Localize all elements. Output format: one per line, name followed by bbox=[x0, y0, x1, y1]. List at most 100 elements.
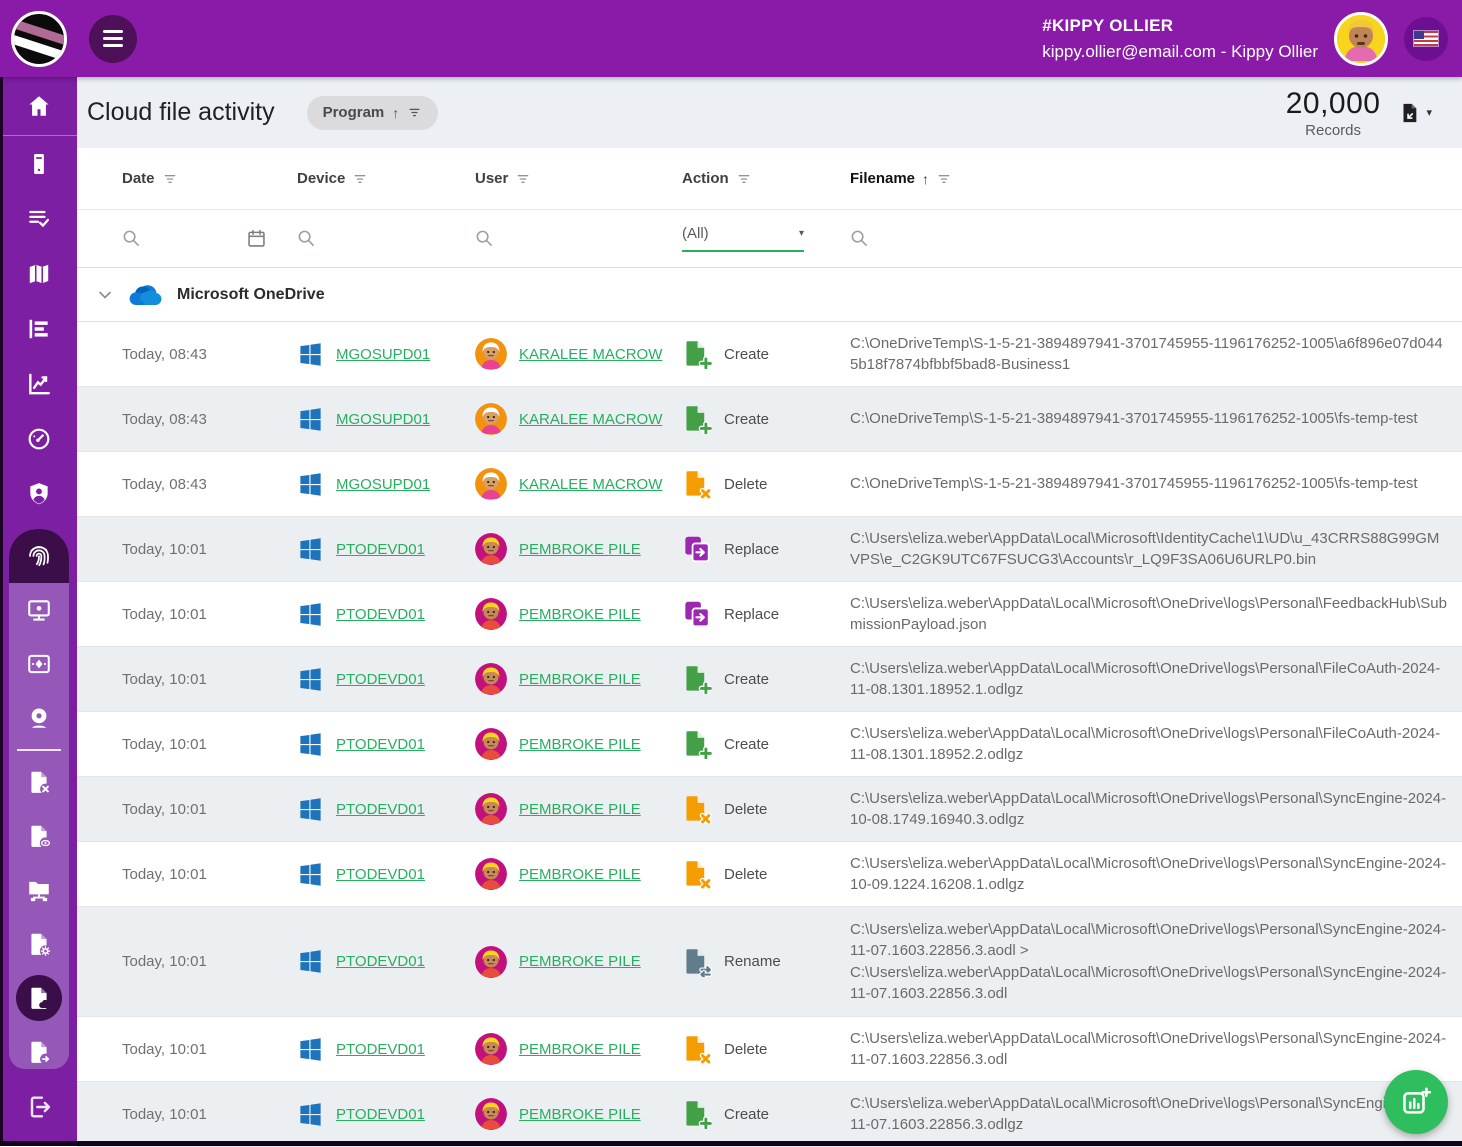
action-delete-icon bbox=[682, 1034, 712, 1064]
column-header-action[interactable]: Action bbox=[682, 170, 850, 187]
windows-icon bbox=[297, 471, 324, 498]
row-date: Today, 08:43 bbox=[122, 411, 297, 428]
user-link[interactable]: PEMBROKE PILE bbox=[519, 541, 641, 558]
table-row: Today, 10:01PTODEVD01PEMBROKE PILEReplac… bbox=[77, 582, 1462, 647]
chevron-down-icon: ▾ bbox=[799, 228, 804, 239]
filter-icon[interactable] bbox=[515, 171, 531, 187]
windows-icon bbox=[297, 948, 324, 975]
device-link[interactable]: PTODEVD01 bbox=[336, 953, 425, 970]
sidebar-item-reports[interactable] bbox=[0, 301, 77, 356]
sidebar-item-screen-monitoring[interactable] bbox=[9, 583, 69, 637]
action-label: Replace bbox=[724, 606, 779, 623]
sidebar-item-screenshots[interactable] bbox=[9, 637, 69, 691]
table-row: Today, 08:43 MGOSUPD01 KARALEE MACROW Delet… bbox=[77, 452, 1462, 517]
sidebar-item-user-security[interactable] bbox=[0, 466, 77, 521]
search-icon[interactable] bbox=[122, 229, 141, 248]
search-icon[interactable] bbox=[297, 229, 316, 248]
home-icon bbox=[26, 93, 52, 119]
file-gear-icon bbox=[26, 931, 52, 957]
sidebar-item-deleted-files[interactable] bbox=[9, 755, 69, 809]
sidebar-item-home[interactable] bbox=[0, 77, 77, 135]
column-header-date[interactable]: Date bbox=[122, 170, 297, 187]
sidebar-item-activity-log[interactable] bbox=[0, 191, 77, 246]
sidebar-item-dashboard[interactable] bbox=[0, 411, 77, 466]
sidebar-item-devices[interactable] bbox=[0, 136, 77, 191]
user-link[interactable]: PEMBROKE PILE bbox=[519, 736, 641, 753]
device-link[interactable]: MGOSUPD01 bbox=[336, 411, 430, 428]
chevron-down-icon[interactable] bbox=[95, 285, 115, 305]
calendar-icon[interactable] bbox=[246, 228, 267, 249]
records-count: 20,000 bbox=[1286, 87, 1381, 121]
device-link[interactable]: PTODEVD01 bbox=[336, 736, 425, 753]
device-link[interactable]: PTODEVD01 bbox=[336, 801, 425, 818]
sidebar-item-cloud-file-activity[interactable] bbox=[9, 971, 69, 1025]
device-link[interactable]: PTODEVD01 bbox=[336, 866, 425, 883]
user-avatar bbox=[475, 598, 507, 630]
user-avatar bbox=[475, 793, 507, 825]
add-chart-fab[interactable] bbox=[1384, 1070, 1448, 1134]
sidebar-item-logout[interactable] bbox=[0, 1079, 77, 1134]
table-body: Today, 08:43 MGOSUPD01 KARALEE MACROW Creat… bbox=[77, 322, 1462, 1147]
bar-chart-icon bbox=[26, 316, 52, 342]
user-link[interactable]: KARALEE MACROW bbox=[519, 476, 662, 493]
column-header-user[interactable]: User bbox=[475, 170, 682, 187]
filter-icon[interactable] bbox=[162, 171, 178, 187]
export-button[interactable]: ▾ bbox=[1398, 101, 1446, 125]
user-link[interactable]: PEMBROKE PILE bbox=[519, 671, 641, 688]
device-link[interactable]: MGOSUPD01 bbox=[336, 476, 430, 493]
user-avatar bbox=[475, 403, 507, 435]
sidebar-item-map[interactable] bbox=[0, 246, 77, 301]
action-label: Create bbox=[724, 411, 769, 428]
sort-chip-program[interactable]: Program ↑ bbox=[307, 96, 439, 130]
table-row: Today, 10:01PTODEVD01PEMBROKE PILEDelete… bbox=[77, 1017, 1462, 1082]
device-link[interactable]: PTODEVD01 bbox=[336, 1106, 425, 1123]
sidebar-item-webcam[interactable] bbox=[9, 691, 69, 745]
table-row: Today, 10:01PTODEVD01PEMBROKE PILERename… bbox=[77, 907, 1462, 1017]
action-label: Delete bbox=[724, 476, 767, 493]
filter-icon[interactable] bbox=[936, 171, 952, 187]
device-link[interactable]: PTODEVD01 bbox=[336, 606, 425, 623]
sidebar-item-analytics[interactable] bbox=[0, 356, 77, 411]
search-icon[interactable] bbox=[850, 229, 869, 248]
device-link[interactable]: PTODEVD01 bbox=[336, 671, 425, 688]
filter-icon[interactable] bbox=[352, 171, 368, 187]
search-icon[interactable] bbox=[475, 229, 494, 248]
action-create-icon bbox=[682, 664, 712, 694]
sidebar-item-forensics[interactable] bbox=[9, 529, 69, 583]
language-selector[interactable] bbox=[1404, 17, 1448, 61]
column-header-filename[interactable]: Filename ↑ bbox=[850, 170, 1462, 187]
action-create-icon bbox=[682, 339, 712, 369]
hamburger-menu-icon[interactable] bbox=[89, 15, 137, 63]
action-filter-value: (All) bbox=[682, 225, 709, 242]
sidebar-item-file-monitoring[interactable] bbox=[9, 809, 69, 863]
user-link[interactable]: PEMBROKE PILE bbox=[519, 1106, 641, 1123]
row-date: Today, 08:43 bbox=[122, 476, 297, 493]
device-link[interactable]: MGOSUPD01 bbox=[336, 346, 430, 363]
row-filename: C:\Users\eliza.weber\AppData\Local\Micro… bbox=[850, 1028, 1462, 1071]
row-filename: C:\OneDriveTemp\S-1-5-21-3894897941-3701… bbox=[850, 333, 1462, 376]
windows-icon bbox=[297, 731, 324, 758]
user-link[interactable]: PEMBROKE PILE bbox=[519, 801, 641, 818]
user-link[interactable]: KARALEE MACROW bbox=[519, 411, 662, 428]
sidebar-item-file-settings[interactable] bbox=[9, 917, 69, 971]
action-replace-icon bbox=[682, 599, 712, 629]
user-link[interactable]: PEMBROKE PILE bbox=[519, 606, 641, 623]
column-header-device[interactable]: Device bbox=[297, 170, 475, 187]
user-link[interactable]: PEMBROKE PILE bbox=[519, 866, 641, 883]
user-avatar-button[interactable] bbox=[1334, 12, 1388, 66]
user-link[interactable]: PEMBROKE PILE bbox=[519, 953, 641, 970]
device-link[interactable]: PTODEVD01 bbox=[336, 1041, 425, 1058]
filter-icon[interactable] bbox=[736, 171, 752, 187]
brand-logo[interactable] bbox=[11, 11, 67, 67]
add-chart-icon bbox=[1401, 1087, 1431, 1117]
sidebar-item-network-shares[interactable] bbox=[9, 863, 69, 917]
user-link[interactable]: KARALEE MACROW bbox=[519, 346, 662, 363]
device-link[interactable]: PTODEVD01 bbox=[336, 541, 425, 558]
action-filter-select[interactable]: (All) ▾ bbox=[682, 225, 804, 252]
file-arrow-icon bbox=[26, 1039, 52, 1065]
list-check-icon bbox=[26, 206, 52, 232]
sidebar-item-file-transfer[interactable] bbox=[9, 1025, 69, 1069]
shield-user-icon bbox=[26, 481, 52, 507]
windows-icon bbox=[297, 861, 324, 888]
user-link[interactable]: PEMBROKE PILE bbox=[519, 1041, 641, 1058]
